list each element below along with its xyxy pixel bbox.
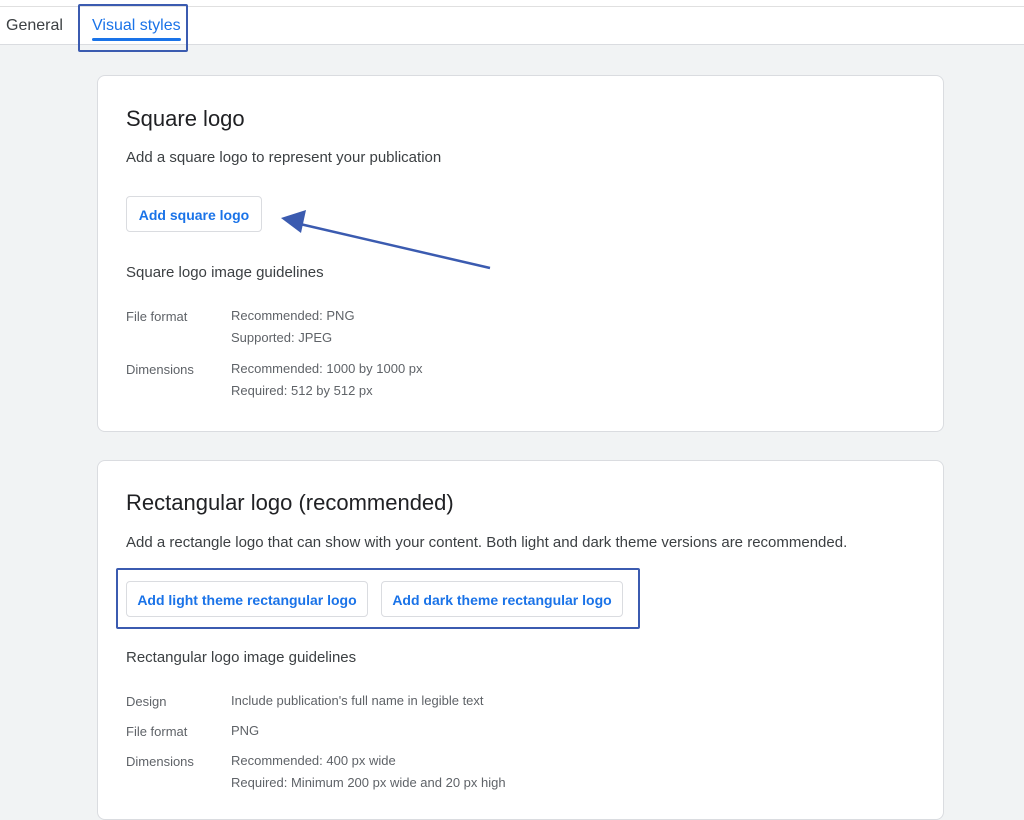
add-square-logo-button[interactable]: Add square logo bbox=[126, 196, 262, 232]
rectangular-logo-card: Rectangular logo (recommended) Add a rec… bbox=[97, 460, 944, 820]
square-logo-guidelines-title: Square logo image guidelines bbox=[126, 264, 324, 281]
guideline-value: Recommended: PNG bbox=[231, 308, 355, 323]
rectangular-logo-description: Add a rectangle logo that can show with … bbox=[126, 534, 848, 551]
square-logo-title: Square logo bbox=[126, 106, 245, 131]
guideline-value: Recommended: 1000 by 1000 px bbox=[231, 361, 423, 376]
square-logo-description: Add a square logo to represent your publ… bbox=[126, 149, 442, 166]
guideline-value: Include publication's full name in legib… bbox=[231, 693, 484, 708]
guideline-label: File format bbox=[126, 309, 188, 324]
guideline-label: Dimensions bbox=[126, 362, 194, 377]
guideline-value: Recommended: 400 px wide bbox=[231, 753, 396, 768]
tab-general[interactable]: General bbox=[6, 7, 63, 44]
guideline-label: Design bbox=[126, 694, 167, 709]
guideline-label: Dimensions bbox=[126, 754, 194, 769]
annotation-highlight-tab bbox=[78, 4, 188, 52]
guideline-label: File format bbox=[126, 724, 188, 739]
rectangular-logo-title: Rectangular logo (recommended) bbox=[126, 490, 454, 515]
guideline-value: Required: Minimum 200 px wide and 20 px … bbox=[231, 775, 506, 790]
annotation-highlight-buttons bbox=[116, 568, 640, 629]
guideline-value: PNG bbox=[231, 723, 260, 738]
guideline-value: Required: 512 by 512 px bbox=[231, 383, 373, 398]
rectangular-logo-guidelines-title: Rectangular logo image guidelines bbox=[126, 649, 357, 666]
square-logo-card: Square logo Add a square logo to represe… bbox=[97, 75, 944, 432]
guideline-value: Supported: JPEG bbox=[231, 330, 333, 345]
